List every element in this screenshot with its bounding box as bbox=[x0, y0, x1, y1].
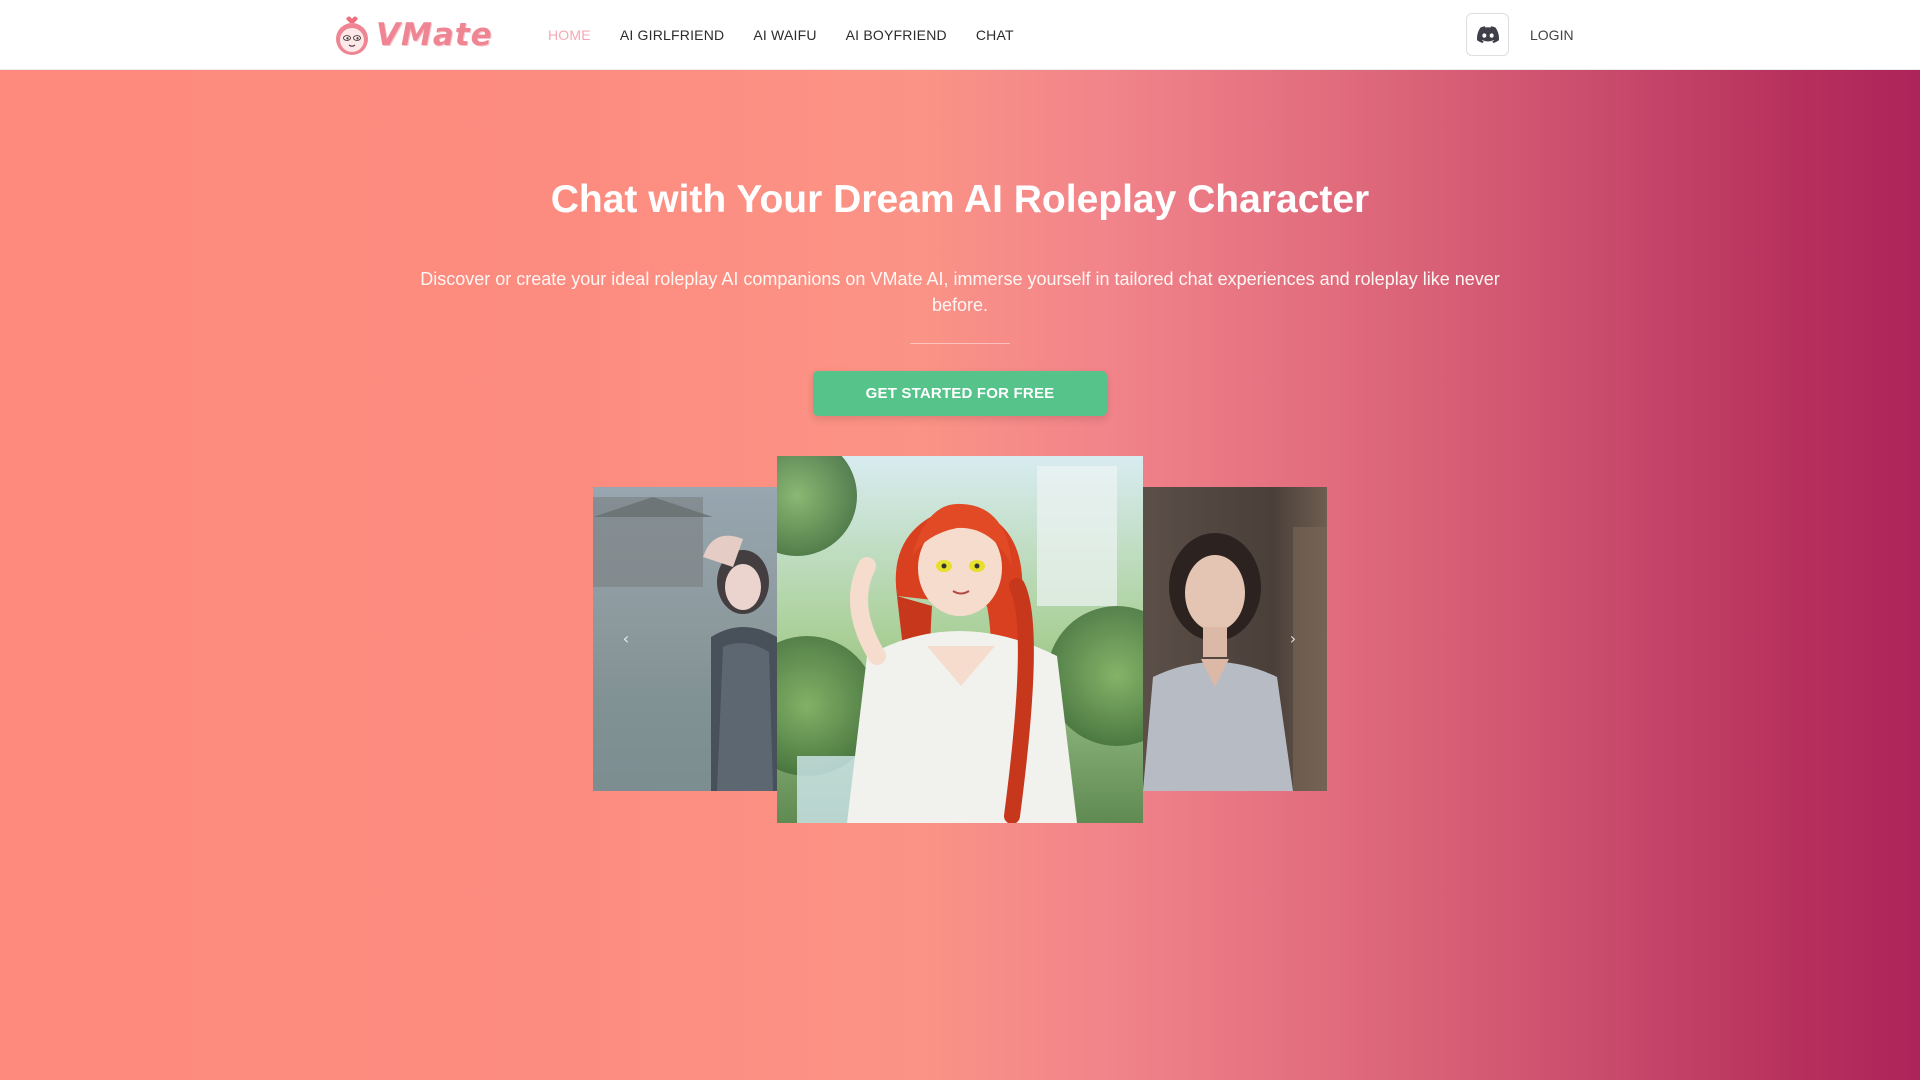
brand-name: VMate bbox=[376, 17, 493, 53]
get-started-button[interactable]: GET STARTED FOR FREE bbox=[813, 371, 1107, 416]
nav-item-home[interactable]: HOME bbox=[548, 27, 591, 43]
discord-icon bbox=[1476, 26, 1499, 43]
carousel-next-button[interactable]: › bbox=[1282, 628, 1304, 650]
nav-item-ai-waifu[interactable]: AI WAIFU bbox=[753, 27, 816, 43]
login-link[interactable]: LOGIN bbox=[1530, 0, 1574, 70]
portrait-red-haired-anime-girl-image bbox=[777, 456, 1143, 823]
brand-logo[interactable]: VMate bbox=[332, 13, 493, 57]
discord-button[interactable] bbox=[1466, 13, 1509, 56]
hero-subtitle: Discover or create your ideal roleplay A… bbox=[420, 269, 1500, 315]
carousel-prev-button[interactable]: ‹ bbox=[615, 628, 637, 650]
main-nav: HOME AI GIRLFRIEND AI WAIFU AI BOYFRIEND… bbox=[548, 0, 1014, 70]
nav-item-chat[interactable]: CHAT bbox=[976, 27, 1014, 43]
hero-divider bbox=[910, 343, 1010, 344]
hero-title: Chat with Your Dream AI Roleplay Charact… bbox=[550, 178, 1370, 221]
nav-item-ai-boyfriend[interactable]: AI BOYFRIEND bbox=[846, 27, 947, 43]
nav-item-ai-girlfriend[interactable]: AI GIRLFRIEND bbox=[620, 27, 725, 43]
top-nav-bar: VMate HOME AI GIRLFRIEND AI WAIFU AI BOY… bbox=[0, 0, 1920, 70]
strawberry-face-logo-icon bbox=[336, 16, 368, 55]
carousel-slide-center[interactable] bbox=[777, 456, 1143, 823]
